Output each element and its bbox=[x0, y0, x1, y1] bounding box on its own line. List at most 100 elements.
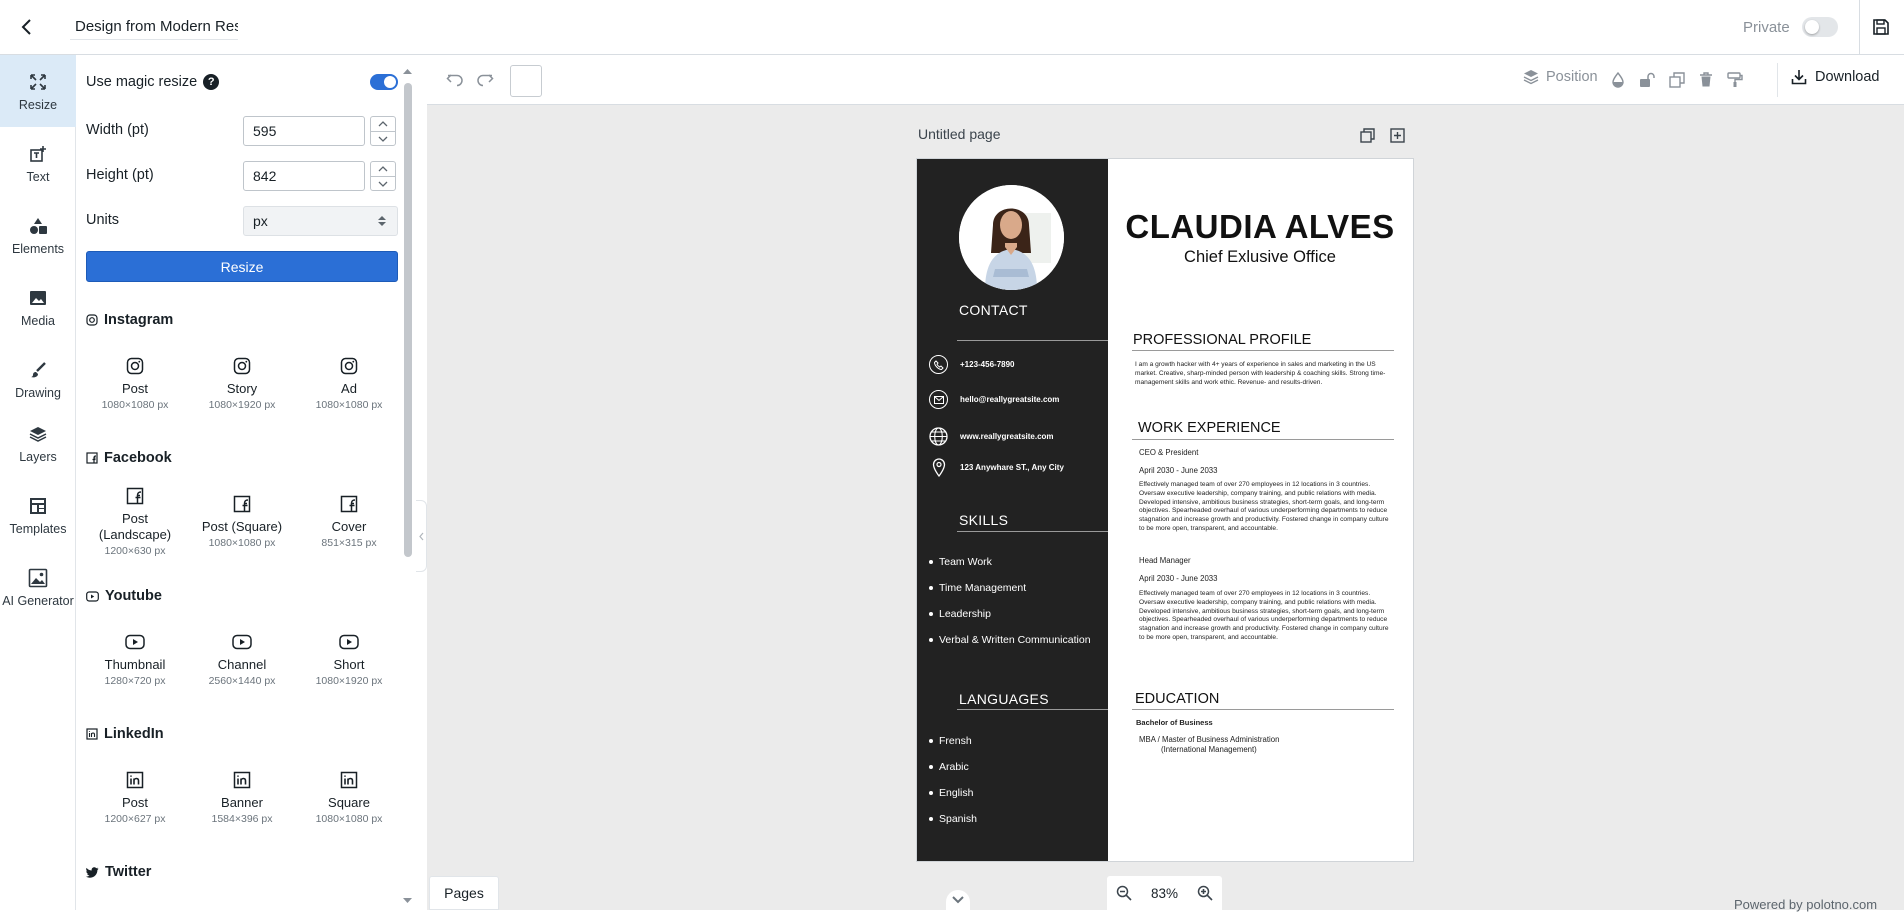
language-item[interactable]: Arabic bbox=[929, 761, 969, 773]
education-degree[interactable]: Bachelor of Business bbox=[1136, 718, 1213, 727]
job-dates[interactable]: April 2030 - June 2033 bbox=[1139, 574, 1217, 583]
delete-button[interactable] bbox=[1696, 70, 1716, 90]
resume-role[interactable]: Chief Exlusive Office bbox=[1107, 248, 1413, 267]
background-color-picker[interactable] bbox=[510, 65, 542, 97]
rail-item-templates[interactable]: Templates bbox=[0, 479, 76, 551]
add-page-button[interactable] bbox=[1388, 126, 1406, 144]
scroll-next-page-button[interactable] bbox=[946, 890, 970, 910]
decrement-button[interactable] bbox=[371, 176, 395, 190]
units-select[interactable]: px bbox=[243, 206, 398, 236]
opacity-button[interactable] bbox=[1608, 70, 1628, 90]
preset-linkedin-banner[interactable]: Banner 1584×396 px bbox=[188, 770, 296, 825]
chevron-up-icon bbox=[378, 166, 388, 172]
skill-item[interactable]: Leadership bbox=[929, 608, 991, 620]
copy-style-button[interactable] bbox=[1725, 70, 1745, 90]
job-description[interactable]: Effectively managed team of over 270 emp… bbox=[1139, 590, 1395, 643]
rail-item-ai-generator[interactable]: AI Generator bbox=[0, 551, 76, 623]
position-button[interactable]: Position bbox=[1523, 69, 1598, 85]
languages-heading[interactable]: LANGUAGES bbox=[959, 691, 1049, 707]
pages-button[interactable]: Pages bbox=[429, 876, 499, 910]
profile-text[interactable]: I am a growth hacker with 4+ years of ex… bbox=[1135, 361, 1397, 387]
side-tabs-rail: Resize Text Elements Media Drawing Layer… bbox=[0, 55, 76, 910]
increment-button[interactable] bbox=[371, 117, 395, 131]
width-input[interactable]: 595 bbox=[243, 116, 365, 146]
language-item[interactable]: English bbox=[929, 787, 973, 799]
rail-item-resize[interactable]: Resize bbox=[0, 55, 76, 127]
resize-button[interactable]: Resize bbox=[86, 251, 398, 282]
increment-button[interactable] bbox=[371, 162, 395, 176]
education-heading[interactable]: EDUCATION bbox=[1135, 691, 1219, 707]
preset-facebook-post-landscape[interactable]: Post (Landscape) 1200×630 px bbox=[81, 486, 189, 557]
design-title-input[interactable]: Design from Modern Resu bbox=[70, 14, 238, 40]
skill-item[interactable]: Verbal & Written Communication bbox=[929, 634, 1091, 646]
panel-scrollbar-thumb[interactable] bbox=[404, 83, 412, 557]
design-page[interactable]: CONTACT +123-456-7890 hello@reallygreats… bbox=[917, 159, 1413, 861]
rail-item-elements[interactable]: Elements bbox=[0, 199, 76, 271]
skill-item[interactable]: Time Management bbox=[929, 582, 1026, 594]
language-item[interactable]: Frensh bbox=[929, 735, 972, 747]
height-input[interactable]: 842 bbox=[243, 161, 365, 191]
help-icon[interactable]: ? bbox=[203, 74, 220, 90]
rail-item-layers[interactable]: Layers bbox=[0, 407, 76, 479]
page-title[interactable]: Untitled page bbox=[918, 126, 1001, 142]
zoom-value[interactable]: 83% bbox=[1151, 886, 1178, 901]
preset-instagram-post[interactable]: Post 1080×1080 px bbox=[81, 356, 189, 411]
profile-photo[interactable] bbox=[959, 185, 1064, 290]
magic-resize-switch[interactable] bbox=[370, 74, 398, 90]
contact-heading[interactable]: CONTACT bbox=[959, 302, 1028, 318]
job-dates[interactable]: April 2030 - June 2033 bbox=[1139, 466, 1217, 475]
preset-youtube-thumbnail[interactable]: Thumbnail 1280×720 px bbox=[81, 632, 189, 687]
preset-instagram-story[interactable]: Story 1080×1920 px bbox=[188, 356, 296, 411]
contact-email[interactable]: hello@reallygreatsite.com bbox=[929, 390, 1059, 409]
contact-address[interactable]: 123 Anywhare ST., Any City bbox=[929, 458, 1064, 477]
rail-item-media[interactable]: Media bbox=[0, 271, 76, 343]
contact-website[interactable]: www.reallygreatsite.com bbox=[929, 427, 1054, 446]
download-button[interactable]: Download bbox=[1791, 69, 1880, 85]
zoom-out-button[interactable] bbox=[1116, 885, 1132, 901]
preset-facebook-post-square[interactable]: Post (Square) 1080×1080 px bbox=[188, 494, 296, 549]
preset-facebook-cover[interactable]: Cover 851×315 px bbox=[295, 494, 403, 549]
youtube-icon bbox=[125, 632, 145, 652]
section-twitter: Twitter bbox=[86, 864, 151, 880]
preset-youtube-short[interactable]: Short 1080×1920 px bbox=[295, 632, 403, 687]
preset-linkedin-post[interactable]: Post 1200×627 px bbox=[81, 770, 189, 825]
job-description[interactable]: Effectively managed team of over 270 emp… bbox=[1139, 481, 1395, 534]
skills-heading[interactable]: SKILLS bbox=[959, 512, 1008, 528]
preset-linkedin-square[interactable]: Square 1080×1080 px bbox=[295, 770, 403, 825]
scroll-down-arrow-icon bbox=[403, 898, 412, 903]
contact-phone[interactable]: +123-456-7890 bbox=[929, 355, 1015, 374]
add-square-icon bbox=[1389, 127, 1405, 143]
resume-name[interactable]: CLAUDIA ALVES bbox=[1107, 208, 1413, 246]
resume-sidebar[interactable]: CONTACT +123-456-7890 hello@reallygreats… bbox=[917, 159, 1108, 861]
divider bbox=[1859, 0, 1860, 55]
education-mba[interactable]: MBA / Master of Business Administration bbox=[1139, 735, 1279, 744]
decrement-button[interactable] bbox=[371, 131, 395, 145]
rail-item-drawing[interactable]: Drawing bbox=[0, 343, 76, 415]
work-heading[interactable]: WORK EXPERIENCE bbox=[1138, 420, 1281, 436]
back-button[interactable] bbox=[14, 14, 40, 40]
rail-item-text[interactable]: Text bbox=[0, 127, 76, 199]
preset-instagram-ad[interactable]: Ad 1080×1080 px bbox=[295, 356, 403, 411]
save-button[interactable] bbox=[1868, 14, 1894, 40]
preset-youtube-channel[interactable]: Channel 2560×1440 px bbox=[188, 632, 296, 687]
preset-name: Square bbox=[328, 795, 370, 810]
width-stepper[interactable] bbox=[370, 116, 396, 146]
job-title[interactable]: CEO & President bbox=[1139, 448, 1198, 457]
profile-heading[interactable]: PROFESSIONAL PROFILE bbox=[1133, 332, 1311, 348]
undo-button[interactable] bbox=[445, 70, 465, 90]
youtube-icon bbox=[86, 590, 99, 602]
duplicate-button[interactable] bbox=[1667, 70, 1687, 90]
redo-button[interactable] bbox=[475, 70, 495, 90]
lock-button[interactable] bbox=[1637, 70, 1657, 90]
job-title[interactable]: Head Manager bbox=[1139, 556, 1191, 565]
magic-resize-text: Use magic resize bbox=[86, 74, 198, 90]
skill-item[interactable]: Team Work bbox=[929, 556, 992, 568]
panel-collapse-handle[interactable] bbox=[416, 500, 427, 572]
language-item[interactable]: Spanish bbox=[929, 813, 977, 825]
education-mba-detail[interactable]: (International Management) bbox=[1161, 745, 1257, 754]
preset-size: 1080×1080 px bbox=[208, 537, 276, 549]
duplicate-page-button[interactable] bbox=[1358, 126, 1376, 144]
zoom-in-button[interactable] bbox=[1197, 885, 1213, 901]
height-stepper[interactable] bbox=[370, 161, 396, 191]
private-toggle[interactable] bbox=[1802, 17, 1838, 37]
